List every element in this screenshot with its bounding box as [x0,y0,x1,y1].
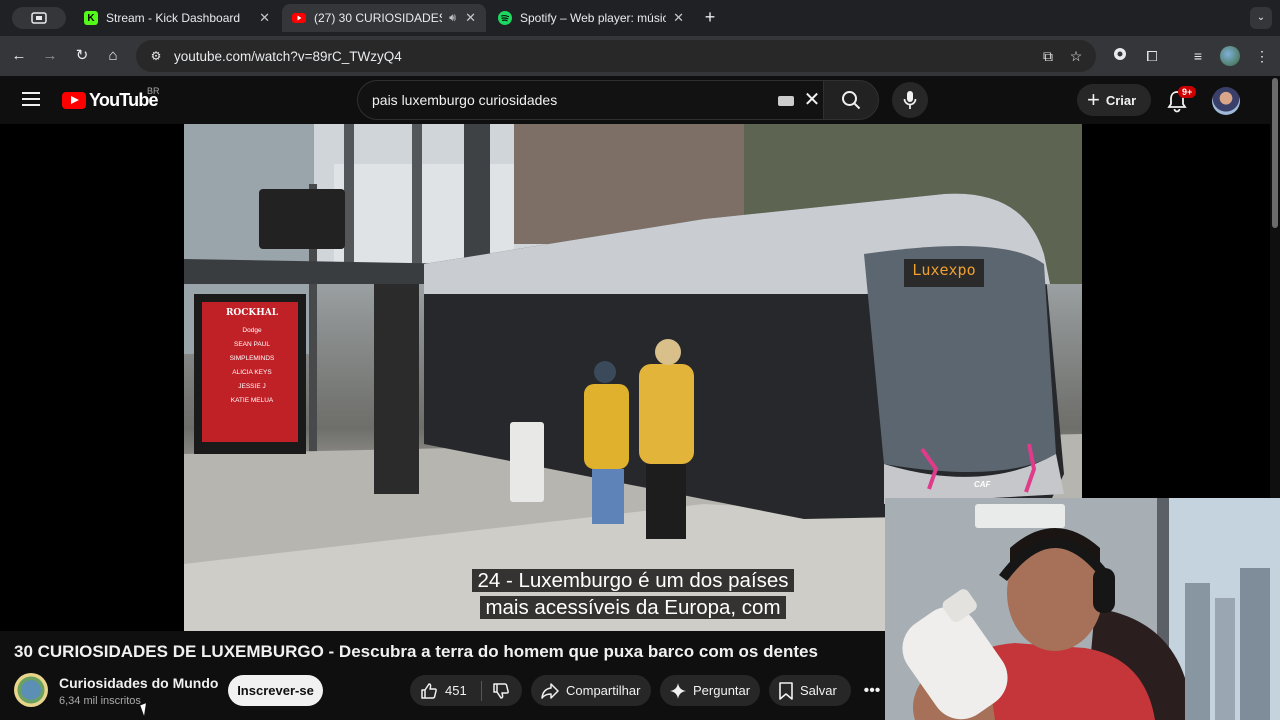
browser-toolbar: ← → ↻ ⌂ ⚙︎ youtube.com/watch?v=89rC_TWzy… [0,36,1280,76]
reload-icon[interactable]: ↻ [70,44,94,68]
search-icon [842,91,861,110]
youtube-icon [292,11,306,25]
back-arrow-icon[interactable]: ← [7,44,31,68]
scrollbar-thumb[interactable] [1272,78,1278,228]
home-icon[interactable]: ⌂ [101,44,125,68]
poster-name: SEAN PAUL [233,341,270,348]
share-arrow-icon [541,682,559,699]
poster-name: SIMPLEMINDS [229,355,275,362]
address-bar[interactable]: ⚙︎ youtube.com/watch?v=89rC_TWzyQ4 ⧉ ☆ [136,40,1096,72]
spotify-icon [498,11,512,25]
menu-hamburger-icon[interactable] [22,92,40,106]
microphone-icon [903,91,917,109]
channel-name[interactable]: Curiosidades do Mundo [59,675,218,691]
share-label: Compartilhar [566,683,641,698]
sparkle-icon [670,682,686,699]
share-button[interactable]: Compartilhar [531,675,651,706]
video-title: 30 CURIOSIDADES DE LUXEMBURGO - Descubra… [14,642,818,661]
url-text[interactable]: youtube.com/watch?v=89rC_TWzyQ4 [174,49,402,64]
subscribe-button[interactable]: Inscrever-se [228,675,323,706]
new-tab-button[interactable]: + [700,6,720,30]
media-controls-icon[interactable]: ≡ [1186,44,1210,68]
tab-title: Stream - Kick Dashboard [106,11,241,25]
poster-name: Dodge [242,327,262,334]
tab-youtube[interactable]: (27) 30 CURIOSIDADES D 🔊︎ ✕ [282,4,486,32]
country-code: BR [147,86,160,96]
plus-icon: + [1087,87,1100,112]
tab-title: Spotify – Web player: música [520,11,666,25]
dislike-thumbs-down-icon[interactable] [492,682,510,700]
kick-icon: K [84,11,98,25]
like-count[interactable]: 451 [445,683,467,698]
site-settings-icon[interactable]: ⚙︎ [142,44,170,68]
search-button[interactable] [823,80,879,120]
like-dislike-group: 451 [410,675,522,706]
search-box: ✕ [357,80,823,120]
more-actions-icon[interactable]: ••• [860,680,884,702]
tab-search-chevron-icon[interactable]: ⌄ [1250,7,1272,29]
poster-name: JESSIE J [238,383,266,390]
like-thumbs-up-icon[interactable] [420,682,438,700]
like-divider [480,680,482,701]
notifications-badge: 9+ [1178,86,1197,98]
youtube-play-icon [62,92,86,109]
bookmark-icon [779,681,793,700]
tab-groups-button[interactable] [12,7,66,29]
ask-button[interactable]: Perguntar [660,675,760,706]
create-button[interactable]: + Criar [1077,84,1151,116]
tab-title: (27) 30 CURIOSIDADES D [314,11,442,25]
install-app-icon[interactable]: ⧉ [1036,44,1060,68]
extension-record-icon[interactable] [1108,44,1132,68]
channel-avatar[interactable] [14,673,48,707]
keyboard-icon[interactable] [778,96,794,106]
forward-arrow-icon[interactable]: → [38,44,62,68]
speaker-icon[interactable]: 🔊︎ [449,12,456,25]
subscriber-count: 6,34 mil inscritos [59,695,141,707]
caption-line-1: 24 - Luxemburgo é um dos países [472,569,794,592]
poster-header: ROCKHAL [225,308,279,318]
save-button[interactable]: Salvar [769,675,851,706]
close-icon[interactable]: ✕ [673,10,684,26]
webcam-overlay [885,498,1280,720]
close-icon[interactable]: ✕ [259,10,270,26]
account-avatar[interactable] [1212,87,1240,115]
mouse-cursor [140,703,150,716]
tab-spotify[interactable]: Spotify – Web player: música ✕ [488,4,694,32]
tram-destination-display: Luxexpo [912,261,976,279]
caption-line-2: mais acessíveis da Europa, com [480,596,786,619]
poster-name: KATIE MELUA [230,397,274,404]
youtube-logo[interactable]: YouTube BR [62,86,160,111]
tab-kick[interactable]: K Stream - Kick Dashboard ✕ [74,4,280,32]
bookmark-star-icon[interactable]: ☆ [1064,44,1088,68]
poster-name: ALICIA KEYS [232,369,272,376]
browser-tab-bar: K Stream - Kick Dashboard ✕ (27) 30 CURI… [0,0,1280,36]
save-label: Salvar [800,683,837,698]
browser-profile-avatar[interactable] [1220,46,1240,66]
webcam-scene [885,498,1280,720]
tram-brand: CAF [974,480,991,489]
video-captions: 24 - Luxemburgo é um dos países mais ace… [458,567,808,621]
youtube-header: YouTube BR ✕ + Criar 9+ [0,76,1270,124]
clear-search-icon[interactable]: ✕ [800,87,824,113]
search-input[interactable] [372,81,772,119]
poster-lineup: Dodge SEAN PAUL SIMPLEMINDS ALICIA KEYS … [208,324,296,408]
window-icon [31,12,47,24]
create-label: Criar [1105,92,1137,108]
menu-dots-icon[interactable]: ⋮ [1250,44,1274,68]
voice-search-button[interactable] [892,82,928,118]
close-icon[interactable]: ✕ [465,10,476,26]
extensions-puzzle-icon[interactable]: ⧠ [1140,44,1164,68]
ask-label: Perguntar [693,683,751,698]
